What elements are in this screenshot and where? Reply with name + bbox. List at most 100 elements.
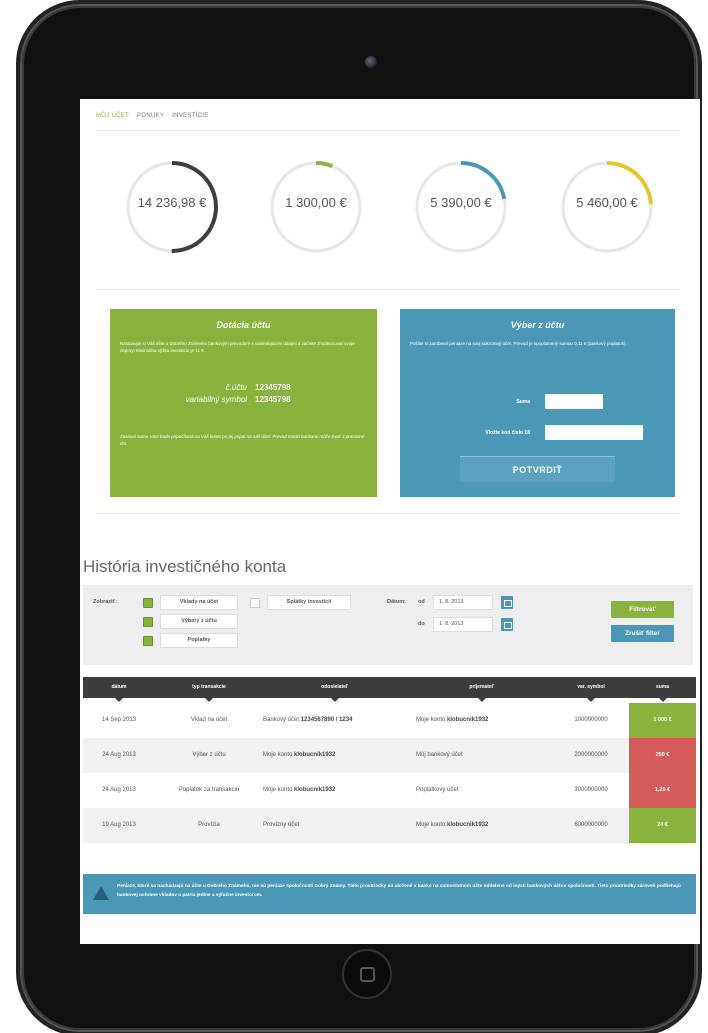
- account-number-value: 12345798: [255, 383, 291, 392]
- tablet-frame: MôJ ÚČET PONUKY INVESTÍCIE 14 236,98 € P…: [20, 4, 700, 1032]
- cell-recipient: Môj bankový účet: [416, 738, 553, 773]
- cell-date: 24 Aug 2013: [102, 752, 136, 758]
- filter-repayments[interactable]: Splátky investícií: [267, 595, 351, 610]
- recipient-text: Poplatkový účet: [416, 787, 459, 793]
- info-text: Peniaze, ktoré sa nachádzajú na účte u D…: [117, 884, 681, 898]
- date-from-input[interactable]: 1. 8. 2013: [433, 595, 493, 610]
- cell-var-symbol: 2000000000: [574, 752, 608, 758]
- checkbox-repayments[interactable]: [250, 598, 260, 608]
- table-row[interactable]: 19 Aug 2013 Provízia Provízny účet Moje …: [83, 808, 696, 843]
- date-from-label: od: [418, 599, 425, 605]
- confirm-button[interactable]: POTVRDIŤ: [460, 456, 615, 482]
- withdraw-description: Pošlite si zarobené peniaze na svoj súkr…: [410, 341, 627, 346]
- nav-item-my-account[interactable]: MôJ ÚČET: [96, 113, 129, 119]
- checkbox-fees[interactable]: [143, 636, 153, 646]
- top-nav: MôJ ÚČET PONUKY INVESTÍCIE: [96, 113, 215, 119]
- cell-sender: Bankový účet 1234567890 / 1234: [263, 703, 406, 738]
- filter-fees[interactable]: Poplatky: [160, 633, 238, 648]
- sender-text: Bankový účet: [263, 717, 300, 723]
- sender-account: klobucnik1932: [294, 752, 336, 758]
- divider: [96, 513, 680, 514]
- date-to-input[interactable]: 1. 8. 2013: [433, 617, 493, 632]
- cell-type: Poplatok za transakciu: [178, 787, 240, 793]
- nav-item-investments[interactable]: INVESTÍCIE: [172, 113, 208, 119]
- withdraw-title: Výber z účtu: [510, 320, 565, 330]
- cell-var-symbol: 1000000000: [574, 717, 608, 723]
- deposit-note: Zaslané sumu Vám bude pripočítaná na Váš…: [120, 434, 365, 446]
- table-row[interactable]: 24 Aug 2013 Poplatok za transakciu Moje …: [83, 773, 696, 808]
- show-label: Zobraziť:: [93, 599, 118, 605]
- date-label: Dátum:: [387, 599, 406, 605]
- column-type[interactable]: typ transakcie: [159, 677, 259, 702]
- withdraw-panel: Výber z účtu Pošlite si zarobené peniaze…: [400, 309, 675, 497]
- recipient-text: Moje konto: [416, 717, 446, 723]
- camera-icon: [365, 56, 377, 68]
- nav-item-offers[interactable]: PONUKY: [137, 113, 164, 119]
- amount-label: Suma: [516, 399, 530, 405]
- cell-amount: 1,25 €: [629, 773, 696, 808]
- amount-input[interactable]: [545, 394, 603, 409]
- column-recipient[interactable]: príjemateľ: [410, 677, 553, 702]
- cell-amount: 250 €: [629, 738, 696, 773]
- cell-date: 19 Aug 2013: [102, 822, 136, 828]
- column-var-symbol[interactable]: var. symbol: [557, 677, 625, 702]
- sender-text: Moje konto: [263, 752, 293, 758]
- recipient-account: klobucnik1932: [447, 717, 489, 723]
- stat-value: 14 236,98 €: [137, 195, 207, 210]
- sender-text: Provízny účet: [263, 822, 300, 828]
- stat-loan-investments: 1 300,00 € INVESTÍCIE V PÔŽIČKÁCH: [268, 159, 364, 325]
- stat-value: 5 390,00 €: [430, 195, 492, 210]
- cell-sender: Moje konto klobucnik1932: [263, 738, 406, 773]
- divider: [96, 130, 680, 131]
- sender-text: Moje konto: [263, 787, 293, 793]
- filter-withdrawals[interactable]: Výbery z účtu: [160, 614, 238, 629]
- variable-symbol-label: variabilný symbol: [185, 395, 247, 404]
- sms-code-input[interactable]: [545, 425, 643, 440]
- table-header: dátum typ transakcie odosielateľ príjema…: [83, 677, 696, 702]
- table-row[interactable]: 14 Sep 2013 Vklad na účet Bankový účet 1…: [83, 703, 696, 738]
- filter-button[interactable]: Filtrovať: [611, 601, 674, 618]
- cell-var-symbol: 6000000000: [574, 822, 608, 828]
- recipient-text: Môj bankový účet: [416, 752, 463, 758]
- checkbox-withdrawals[interactable]: [143, 617, 153, 627]
- app-screen: MôJ ÚČET PONUKY INVESTÍCIE 14 236,98 € P…: [80, 99, 700, 944]
- clear-filter-button[interactable]: Zrušiť filter: [611, 625, 674, 642]
- table-row[interactable]: 24 Aug 2013 Výber z účtu Moje konto klob…: [83, 738, 696, 773]
- sms-code-label: Vložte kód číslo 18: [485, 430, 530, 436]
- divider: [96, 289, 680, 290]
- column-date[interactable]: dátum: [83, 677, 155, 702]
- calendar-icon[interactable]: [501, 596, 513, 609]
- stat-available-balance: 14 236,98 € POUŽITEĽNÝ ZOSTATOK: [124, 159, 220, 325]
- stat-auction-funds: 5 390,00 € PROSTRIEDKY V AUKCIÁCH: [413, 159, 509, 325]
- cell-recipient: Moje konto klobucnik1932: [416, 808, 553, 843]
- calendar-icon[interactable]: [501, 618, 513, 631]
- history-title: História investičného konta: [83, 557, 287, 576]
- recipient-account: klobucnik1932: [447, 822, 489, 828]
- cell-recipient: Moje konto klobucnik1932: [416, 703, 553, 738]
- cell-date: 24 Aug 2013: [102, 787, 136, 793]
- cell-date: 14 Sep 2013: [101, 717, 137, 723]
- checkbox-deposits[interactable]: [143, 598, 153, 608]
- sender-account: 1234567890 / 1234: [300, 717, 353, 723]
- account-number-label: č.účtu: [225, 383, 247, 392]
- stat-value: 5 460,00 €: [576, 195, 638, 210]
- deposit-title: Dotácia účtu: [216, 320, 271, 330]
- warning-icon: [93, 886, 109, 900]
- variable-symbol-value: 12345798: [255, 395, 291, 404]
- deposit-description: Nastavujte si Váš účet u Dobrého Známeho…: [120, 341, 355, 353]
- filter-deposits[interactable]: Vklady na účet: [160, 595, 238, 610]
- cell-recipient: Poplatkový účet: [416, 773, 553, 808]
- cell-sender: Provízny účet: [263, 808, 406, 843]
- cell-type: Vklad na účet: [190, 717, 228, 723]
- filter-panel: Zobraziť: Vklady na účet Výbery z účtu P…: [83, 585, 693, 665]
- deposit-panel: Dotácia účtu Nastavujte si Váš účet u Do…: [110, 309, 377, 497]
- deposit-account-info: č.účtu 12345798 variabilný symbol 12345798: [165, 382, 291, 406]
- sender-account: klobucnik1932: [294, 787, 336, 793]
- cell-type: Provízia: [198, 822, 220, 828]
- column-amount[interactable]: suma: [629, 677, 696, 702]
- home-button-icon[interactable]: [342, 949, 392, 999]
- column-sender[interactable]: odosielateľ: [263, 677, 406, 702]
- recipient-text: Moje konto: [416, 822, 446, 828]
- stat-value: 1 300,00 €: [285, 195, 347, 210]
- info-banner: Peniaze, ktoré sa nachádzajú na účte u D…: [83, 874, 696, 914]
